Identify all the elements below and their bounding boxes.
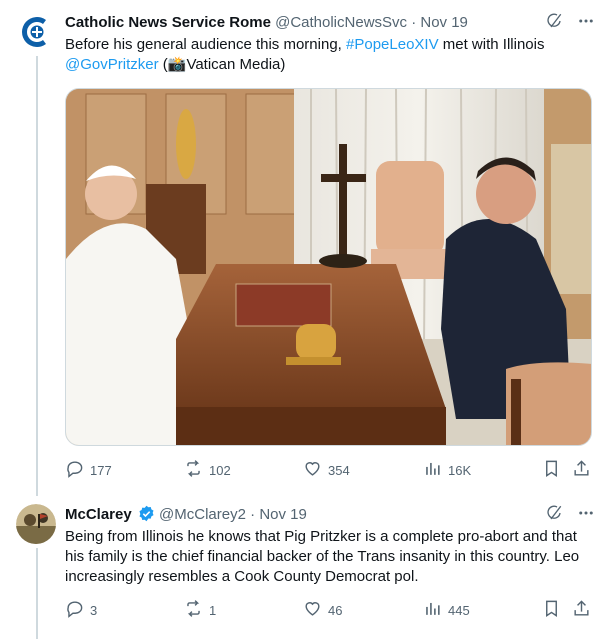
display-name[interactable]: McClarey [65, 506, 132, 523]
bookmark-button[interactable] [542, 600, 561, 620]
hashtag-link[interactable]: #PopeLeoXIV [346, 36, 439, 53]
retweet-button[interactable]: 1 [184, 600, 216, 620]
views-button[interactable]: 16K [423, 460, 471, 480]
handle[interactable]: @McClarey2 [159, 506, 246, 523]
retweet-count: 102 [209, 462, 231, 478]
share-icon [572, 459, 591, 481]
separator: · [411, 14, 417, 31]
view-count: 16K [448, 462, 472, 478]
bookmark-icon [542, 599, 561, 621]
retweet-count: 1 [209, 602, 217, 618]
mention-link[interactable]: @GovPritzker [65, 56, 159, 73]
timestamp[interactable]: Nov 19 [259, 506, 307, 523]
tweet-catholic-news-service[interactable]: Catholic News Service Rome @CatholicNews… [0, 0, 609, 490]
view-count: 445 [448, 602, 470, 618]
tweet-text: Before his general audience this morning… [65, 35, 587, 75]
reply-count: 3 [90, 602, 98, 618]
tweet-header-actions [545, 12, 595, 35]
display-name[interactable]: Catholic News Service Rome [65, 14, 271, 31]
tweet-text-segment: Vatican Media) [186, 56, 286, 73]
bookmark-icon [542, 459, 561, 481]
like-button[interactable]: 354 [303, 460, 350, 480]
avatar-mcclarey[interactable] [16, 504, 56, 544]
tweet-actions: 177 102 354 16K [65, 460, 593, 480]
grok-icon[interactable] [545, 12, 563, 35]
more-icon[interactable] [577, 12, 595, 35]
tweet-actions: 3 1 46 445 [65, 600, 593, 620]
handle[interactable]: @CatholicNewsSvc [275, 14, 407, 31]
share-button[interactable] [572, 460, 591, 480]
reply-count: 177 [90, 462, 112, 478]
bookmark-button[interactable] [542, 460, 561, 480]
tweet-header-actions [545, 504, 595, 527]
tweet-text: Being from Illinois he knows that Pig Pr… [65, 528, 580, 585]
like-count: 46 [328, 602, 343, 618]
timestamp[interactable]: Nov 19 [420, 14, 468, 31]
reply-button[interactable]: 177 [65, 460, 112, 480]
more-icon[interactable] [577, 504, 595, 527]
tweet-text-segment: Before his general audience this morning… [65, 36, 347, 53]
reply-button[interactable]: 3 [65, 600, 97, 620]
views-icon [423, 599, 442, 621]
tweet-photo[interactable] [65, 88, 592, 446]
like-icon [303, 599, 322, 621]
share-button[interactable] [572, 600, 591, 620]
views-button[interactable]: 445 [423, 600, 470, 620]
tweet-mcclarey[interactable]: McClarey @McClarey2 · Nov 19 Being from … [0, 492, 609, 639]
tweet-text-segment: met with Illinois [438, 36, 545, 53]
tweet-header: McClarey @McClarey2 · Nov 19 [65, 505, 549, 528]
views-icon [423, 459, 442, 481]
verified-badge-icon [138, 505, 155, 528]
retweet-icon [184, 459, 203, 481]
share-icon [572, 599, 591, 621]
retweet-icon [184, 599, 203, 621]
like-button[interactable]: 46 [303, 600, 342, 620]
like-count: 354 [328, 462, 350, 478]
tweet-text-segment: ( [158, 56, 168, 73]
camera-emoji-icon: 📸 [167, 56, 187, 73]
avatar-catholic-news-service[interactable] [16, 12, 56, 52]
like-icon [303, 459, 322, 481]
separator: · [250, 506, 256, 523]
tweet-header: Catholic News Service Rome @CatholicNews… [65, 13, 549, 33]
grok-icon[interactable] [545, 504, 563, 527]
reply-icon [65, 599, 84, 621]
retweet-button[interactable]: 102 [184, 460, 231, 480]
reply-icon [65, 459, 84, 481]
